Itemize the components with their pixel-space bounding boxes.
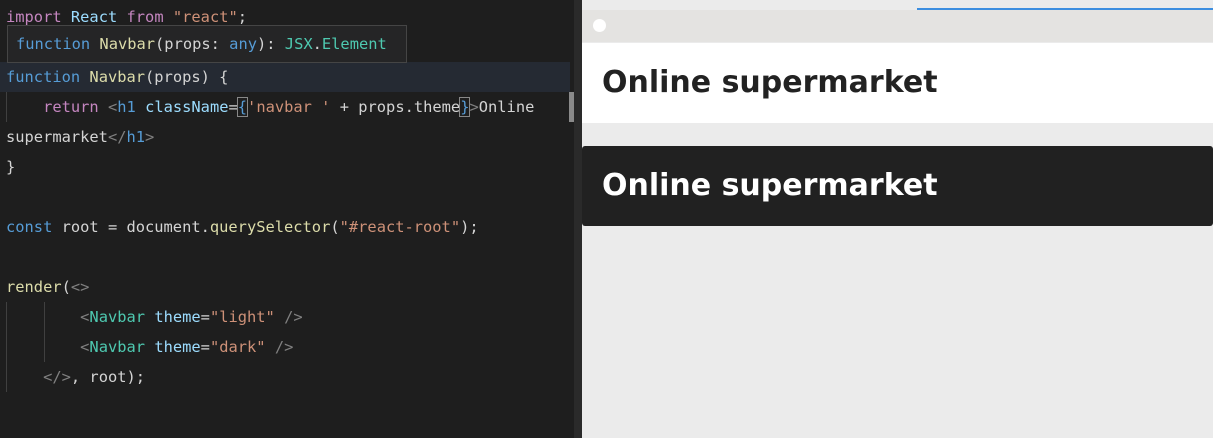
code-line-9: render(<> [6,278,90,296]
type-hover-tooltip: function Navbar(props: any): JSX.Element [7,25,407,63]
code-line-4: return <h1 className={'navbar ' + props.… [43,97,535,117]
code-line-5: } [6,158,16,176]
navbar-light: Online supermarket [582,43,1213,123]
code-line-10: <Navbar theme="light" /> [80,308,303,326]
code-line-11: <Navbar theme="dark" /> [80,338,294,356]
code-line-12: </>, root); [43,368,146,386]
code-line-3: function Navbar(props) { [6,68,229,86]
editor-scrollbar[interactable] [574,0,582,438]
circle-icon[interactable] [593,19,606,32]
code-line-4-wrap: supermarket</h1> [6,128,155,146]
preview-toolbar [582,10,1213,42]
browser-preview: Online supermarket Online supermarket [582,0,1213,438]
code-line-7: const root = document.querySelector("#re… [6,218,479,236]
code-editor[interactable]: import React from "react"; function Navb… [0,0,570,438]
navbar-dark: Online supermarket [582,146,1213,226]
